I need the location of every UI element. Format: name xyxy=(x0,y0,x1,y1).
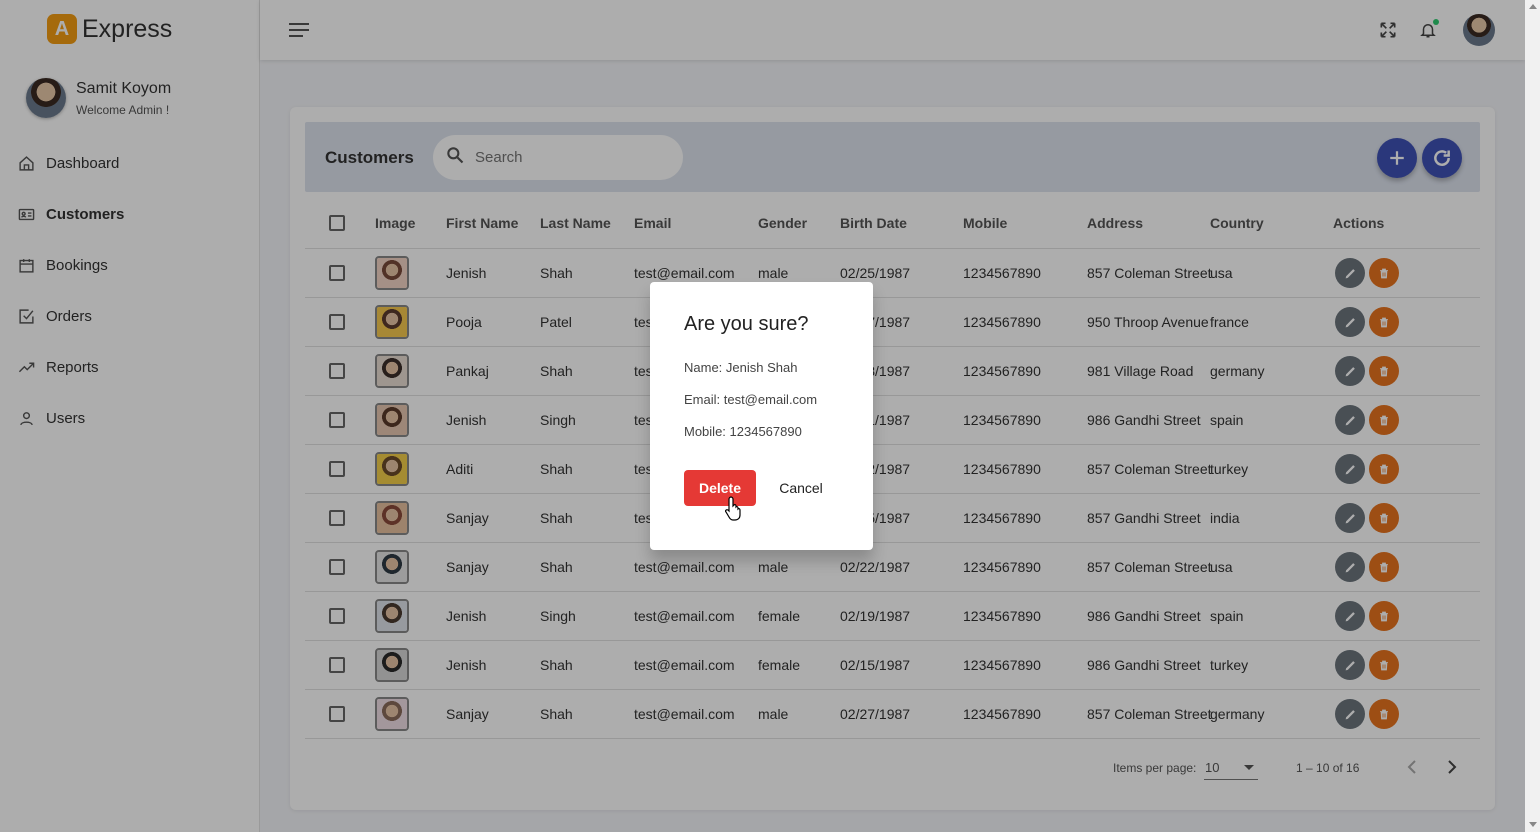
dialog-title: Are you sure? xyxy=(684,313,809,335)
cancel-button[interactable]: Cancel xyxy=(772,470,830,506)
hand-cursor-icon xyxy=(725,496,741,521)
delete-button[interactable]: Delete xyxy=(684,470,756,506)
dialog-name-line: Name: Jenish Shah xyxy=(684,360,798,375)
scrollbar[interactable] xyxy=(1525,0,1540,832)
scroll-up-icon[interactable] xyxy=(1529,4,1537,9)
dialog-email-line: Email: test@email.com xyxy=(684,392,818,407)
dialog-mobile-line: Mobile: 1234567890 xyxy=(684,424,802,439)
confirm-delete-dialog: Are you sure? Name: Jenish Shah Email: t… xyxy=(650,282,873,550)
scroll-down-icon[interactable] xyxy=(1529,822,1537,827)
